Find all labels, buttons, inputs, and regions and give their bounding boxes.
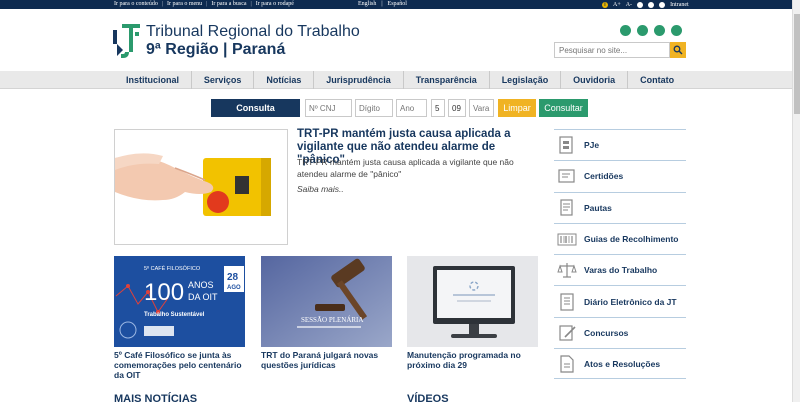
tribunal-field: 09 <box>448 99 466 117</box>
nav-jurisprudencia[interactable]: Jurisprudência <box>314 71 404 89</box>
banner-subtitle: Trabalho Sustentável <box>144 312 205 318</box>
top-tools: i A+ A- Intranet <box>602 0 689 9</box>
language-links: English | Español <box>358 1 407 7</box>
document-icon <box>560 199 573 216</box>
twitter-icon[interactable] <box>637 25 648 36</box>
news-card-image[interactable] <box>407 256 538 347</box>
sidebar-item-label: Pautas <box>584 202 612 213</box>
skip-to-menu-link[interactable]: Ir para o menu <box>167 1 202 7</box>
more-news-heading: MAIS NOTÍCIAS <box>114 393 198 402</box>
file-icon <box>560 355 574 373</box>
sidebar-item-certidoes[interactable]: Certidões <box>554 160 686 191</box>
segmento-field: 5 <box>431 99 445 117</box>
nav-institucional[interactable]: Institucional <box>114 71 192 89</box>
youtube-icon[interactable] <box>654 25 665 36</box>
journal-icon <box>560 293 574 311</box>
banner-day: 28 <box>227 272 239 283</box>
pje-icon <box>559 136 573 154</box>
sessao-plenaria-banner: SESSÃO PLENÁRIA <box>261 256 392 347</box>
alarm-button-illustration <box>115 130 287 244</box>
leaf-icon[interactable] <box>648 1 655 8</box>
scrollbar-thumb[interactable] <box>794 14 800 114</box>
english-link[interactable]: English <box>358 1 376 7</box>
sidebar-item-label: Atos e Resoluções <box>584 358 661 369</box>
info-icon[interactable]: i <box>602 1 608 8</box>
consultar-button[interactable]: Consultar <box>539 99 588 117</box>
font-decrease-button[interactable]: A- <box>626 2 632 8</box>
nav-noticias[interactable]: Notícias <box>254 71 315 89</box>
vara-input[interactable] <box>469 99 494 117</box>
consulta-processual-label: Consulta Processual <box>211 99 300 131</box>
intranet-link[interactable]: Intranet <box>670 2 689 8</box>
videos-heading: VÍDEOS <box>407 393 449 402</box>
sidebar-item-concursos[interactable]: Concursos <box>554 316 686 348</box>
news-card-title[interactable]: Manutenção programada no próximo dia 29 <box>407 350 541 370</box>
page-scrollbar[interactable] <box>792 0 800 402</box>
featured-read-more-link[interactable]: Saiba mais.. <box>297 184 344 194</box>
cafe-filosofico-banner: 5º CAFÉ FILOSÓFICO 100 ANOS DA OIT Traba… <box>114 256 245 347</box>
news-card-image[interactable]: SESSÃO PLENÁRIA <box>261 256 392 347</box>
monitor-maintenance-illustration <box>407 256 538 347</box>
trt-logo-icon[interactable] <box>113 20 143 60</box>
font-increase-button[interactable]: A+ <box>613 2 621 8</box>
sidebar-item-atos[interactable]: Atos e Resoluções <box>554 348 686 380</box>
sidebar-item-label: Guias de Recolhimento <box>584 234 679 245</box>
espanol-link[interactable]: Español <box>388 1 407 7</box>
ano-input[interactable] <box>396 99 427 117</box>
news-card-image[interactable]: 5º CAFÉ FILOSÓFICO 100 ANOS DA OIT Traba… <box>114 256 245 347</box>
skip-to-search-link[interactable]: Ir para a busca <box>211 1 246 7</box>
sidebar-item-diario[interactable]: Diário Eletrônico da JT <box>554 285 686 316</box>
services-sidebar: PJe Certidões Pautas Guias de Recolhimen… <box>554 129 686 380</box>
contrast-icon[interactable] <box>637 1 644 8</box>
featured-news-image[interactable] <box>114 129 288 245</box>
nav-servicos[interactable]: Serviços <box>192 71 255 89</box>
nav-transparencia[interactable]: Transparência <box>404 71 490 89</box>
flickr-icon[interactable] <box>620 25 631 36</box>
search-input[interactable] <box>554 42 670 58</box>
barcode-icon <box>557 233 577 246</box>
banner-kicker: 5º CAFÉ FILOSÓFICO <box>144 265 201 272</box>
top-bar: Ir para o conteúdo | Ir para o menu | Ir p… <box>0 0 800 9</box>
banner-anos: ANOS <box>188 280 214 290</box>
sidebar-item-label: Concursos <box>584 327 629 338</box>
sidebar-item-pautas[interactable]: Pautas <box>554 191 686 223</box>
site-title-line1: Tribunal Regional do Trabalho <box>146 23 360 40</box>
sidebar-item-guias[interactable]: Guias de Recolhimento <box>554 222 686 254</box>
news-card-title[interactable]: 5º Café Filosófico se junta às comemoraç… <box>114 350 248 380</box>
search-button[interactable] <box>670 42 686 58</box>
sidebar-item-label: Certidões <box>584 171 624 182</box>
banner-month: AGO <box>227 285 241 291</box>
sidebar-item-varas[interactable]: Varas do Trabalho <box>554 254 686 285</box>
digito-input[interactable] <box>355 99 393 117</box>
pencil-icon <box>559 325 576 341</box>
sidebar-item-label: Varas do Trabalho <box>584 265 658 276</box>
certificate-icon <box>558 169 575 184</box>
cnj-number-input[interactable] <box>305 99 352 117</box>
main-nav: Institucional Serviços Notícias Jurispru… <box>0 71 800 89</box>
sidebar-item-pje[interactable]: PJe <box>554 129 686 160</box>
nav-legislacao[interactable]: Legislação <box>490 71 562 89</box>
site-title-line2: 9ª Região | Paraná <box>146 41 286 58</box>
lock-icon[interactable] <box>659 1 666 8</box>
sidebar-item-label: Diário Eletrônico da JT <box>584 296 677 307</box>
skip-to-footer-link[interactable]: Ir para o rodapé <box>256 1 294 7</box>
clear-button[interactable]: Limpar <box>498 99 536 117</box>
search-icon <box>673 45 683 55</box>
banner-da-oit: DA OIT <box>188 292 218 302</box>
accessibility-links: Ir para o conteúdo | Ir para o menu | Ir p… <box>114 1 294 7</box>
nav-contato[interactable]: Contato <box>628 71 686 89</box>
banner-session-text: SESSÃO PLENÁRIA <box>301 316 363 324</box>
social-links <box>620 25 682 36</box>
banner-hundred: 100 <box>144 279 184 306</box>
news-card-title[interactable]: TRT do Paraná julgará novas questões jur… <box>261 350 395 370</box>
skip-to-content-link[interactable]: Ir para o conteúdo <box>114 1 158 7</box>
featured-news-summary: TRT-PR mantém justa causa aplicada a vig… <box>297 157 514 179</box>
sidebar-item-label: PJe <box>584 140 600 151</box>
rss-icon[interactable] <box>671 25 682 36</box>
scales-icon <box>557 263 577 278</box>
nav-ouvidoria[interactable]: Ouvidoria <box>561 71 629 89</box>
